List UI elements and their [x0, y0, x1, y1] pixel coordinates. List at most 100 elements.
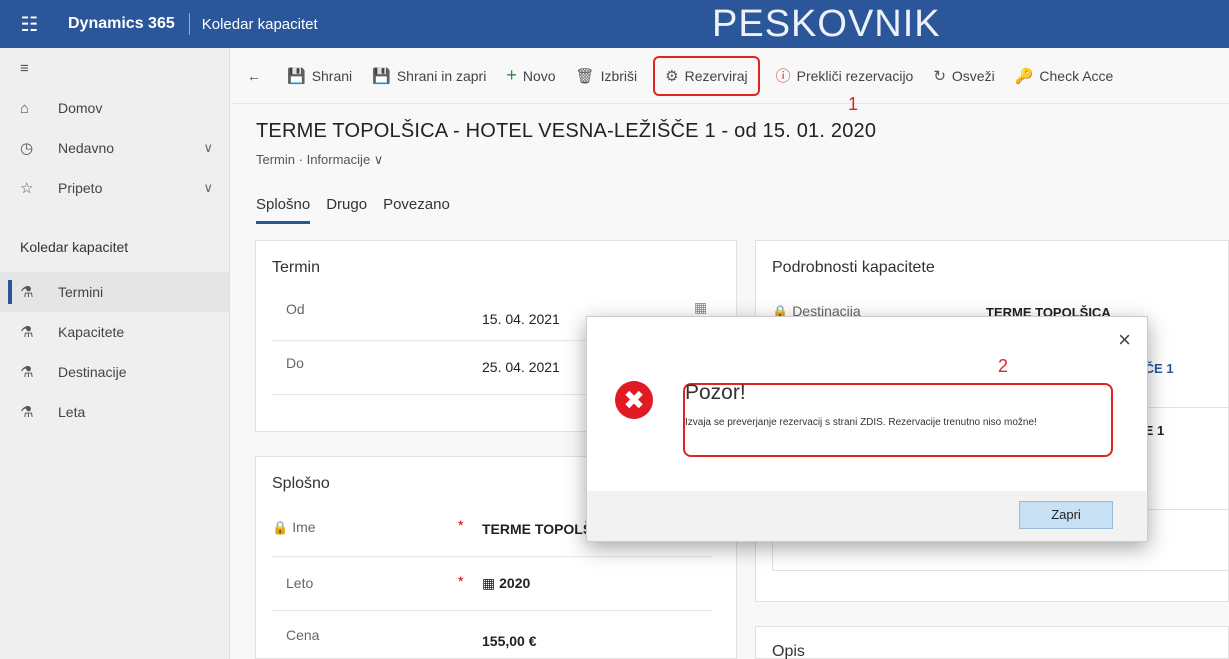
cancel-reservation-button[interactable]: ⓘ Prekliči rezervacijo: [766, 56, 924, 96]
dialog-title: Pozor!: [685, 381, 746, 404]
dialog-footer: Zapri: [587, 491, 1147, 541]
sidebar-item-kapacitete[interactable]: ⚗ Kapacitete: [0, 312, 229, 352]
environment-banner: PESKOVNIK: [712, 3, 941, 45]
sidebar-item-label: Destinacije: [58, 364, 127, 380]
leto-value[interactable]: 2020: [499, 575, 530, 591]
field-cena: Cena 155,00 €: [272, 611, 712, 659]
field-label: Cena: [286, 627, 320, 643]
check-access-button[interactable]: 🔑 Check Acce: [1005, 56, 1124, 96]
warning-circle-icon: ⓘ: [775, 68, 791, 85]
leto-lookup[interactable]: ▦ 2020: [482, 575, 530, 592]
field-label: Od: [286, 301, 305, 317]
chevron-down-icon[interactable]: ∨: [203, 140, 213, 156]
section-title: Splošno: [272, 475, 330, 492]
close-icon[interactable]: ×: [1118, 327, 1131, 353]
brand-name[interactable]: Dynamics 365: [60, 13, 190, 35]
chevron-down-icon[interactable]: ∨: [374, 152, 384, 167]
ime-value: TERME TOPOLŠ: [482, 521, 593, 537]
new-button[interactable]: + Novo: [496, 56, 565, 96]
sidebar-section-title: Koledar kapacitet: [20, 239, 129, 255]
separator-dot: ·: [298, 152, 307, 167]
entity-icon: ▦: [482, 575, 500, 591]
new-label: Novo: [522, 67, 556, 84]
trash-icon: 🗑: [575, 67, 595, 85]
save-icon: 💾: [287, 67, 306, 85]
key-icon: 🔑: [1014, 67, 1034, 85]
reserve-label: Rezerviraj: [684, 67, 748, 84]
reserve-button[interactable]: ⚙ Rezerviraj: [653, 55, 760, 96]
save-button[interactable]: 💾 Shrani: [277, 56, 362, 96]
hamburger-menu[interactable]: ≡: [0, 48, 229, 88]
sidebar: ≡ ⌂ Domov ◷ Nedavno ∨ ☆ Pripeto ∨ Koledar kap…: [0, 48, 230, 659]
form-selector[interactable]: Termin · Informacije ∨: [256, 152, 383, 168]
sidebar-item-label: Nedavno: [58, 140, 115, 156]
save-label: Shrani: [311, 67, 353, 84]
sidebar-item-recent[interactable]: ◷ Nedavno ∨: [0, 128, 229, 168]
sidebar-item-leta[interactable]: ⚗ Leta: [0, 392, 229, 432]
required-marker: *: [458, 517, 464, 533]
hamburger-icon[interactable]: ≡: [20, 60, 42, 77]
calendar-icon[interactable]: ▦: [694, 299, 707, 316]
puzzle-icon: ⚙: [665, 67, 679, 85]
sidebar-item-label: Pripeto: [58, 180, 103, 196]
cena-value: 155,00 €: [482, 633, 537, 649]
close-button[interactable]: Zapri: [1019, 501, 1113, 529]
command-bar: ← 💾 Shrani 💾 Shrani in zapri + Novo 🗑 Izbriš…: [231, 48, 1229, 104]
field-label: Leto: [286, 575, 314, 591]
home-icon: ⌂: [20, 99, 30, 117]
section-title: Opis: [772, 643, 805, 659]
save-close-label: Shrani in zapri: [396, 67, 487, 84]
refresh-label: Osveži: [951, 67, 995, 84]
tab-splosno[interactable]: Splošno: [256, 196, 311, 224]
refresh-icon: ↻: [933, 67, 946, 85]
field-label: Do: [286, 355, 304, 371]
back-button[interactable]: ←: [231, 56, 277, 96]
error-icon: ✖: [615, 381, 653, 419]
form-name[interactable]: Informacije: [307, 152, 371, 167]
puzzle-icon: ⚗: [20, 404, 34, 421]
tab-bar: Splošno Drugo Povezano: [256, 196, 466, 224]
sidebar-item-label: Leta: [58, 404, 86, 420]
tab-povezano[interactable]: Povezano: [383, 196, 450, 224]
field-leto: Leto * ▦ 2020: [272, 557, 712, 611]
do-date-input[interactable]: 25. 04. 2021: [482, 359, 560, 375]
save-close-button[interactable]: 💾 Shrani in zapri: [362, 56, 496, 96]
section-title: Podrobnosti kapacitete: [772, 259, 935, 276]
dialog-message: Izvaja se preverjanje rezervacij s stran…: [685, 417, 1037, 428]
page-title: TERME TOPOLŠICA - HOTEL VESNA-LEŽIŠČE 1 …: [256, 120, 877, 142]
plus-icon: +: [506, 65, 517, 85]
sidebar-item-termini[interactable]: ⚗ Termini: [0, 272, 229, 312]
back-arrow-icon[interactable]: ←: [247, 68, 261, 84]
app-launcher-icon[interactable]: ☷: [0, 12, 60, 37]
sidebar-item-label: Kapacitete: [58, 324, 125, 340]
chevron-down-icon[interactable]: ∨: [203, 180, 213, 196]
sidebar-item-pinned[interactable]: ☆ Pripeto ∨: [0, 168, 229, 208]
opis-section: Opis: [755, 626, 1229, 659]
entity-name: Termin: [256, 152, 296, 167]
puzzle-icon: ⚗: [20, 284, 34, 301]
field-label: 🔒 Ime: [272, 519, 316, 536]
cancel-reservation-label: Prekliči rezervacijo: [796, 67, 914, 84]
tab-drugo[interactable]: Drugo: [326, 196, 367, 224]
puzzle-icon: ⚗: [20, 324, 34, 341]
required-marker: *: [458, 573, 464, 589]
pin-icon: ☆: [20, 180, 34, 197]
refresh-button[interactable]: ↻ Osveži: [923, 56, 1004, 96]
puzzle-icon: ⚗: [20, 364, 34, 381]
sidebar-item-label: Termini: [58, 284, 104, 300]
app-name[interactable]: Koledar kapacitet: [190, 16, 318, 33]
sidebar-item-label: Domov: [58, 100, 103, 116]
clock-icon: ◷: [20, 140, 34, 157]
section-title: Termin: [272, 259, 321, 276]
sidebar-item-destinacije[interactable]: ⚗ Destinacije: [0, 352, 229, 392]
delete-label: Izbriši: [600, 67, 638, 84]
save-close-icon: 💾: [372, 67, 391, 85]
top-bar: ☷ Dynamics 365 Koledar kapacitet PESKOVN…: [0, 0, 1229, 48]
ime-label: Ime: [292, 519, 316, 535]
alert-dialog: × ✖ Pozor! Izvaja se preverjanje rezerva…: [586, 316, 1148, 542]
sidebar-item-home[interactable]: ⌂ Domov: [0, 88, 229, 128]
delete-button[interactable]: 🗑 Izbriši: [566, 56, 648, 96]
check-access-label: Check Acce: [1039, 67, 1114, 84]
od-date-input[interactable]: 15. 04. 2021: [482, 311, 560, 327]
annotation-1: 1: [848, 94, 859, 114]
